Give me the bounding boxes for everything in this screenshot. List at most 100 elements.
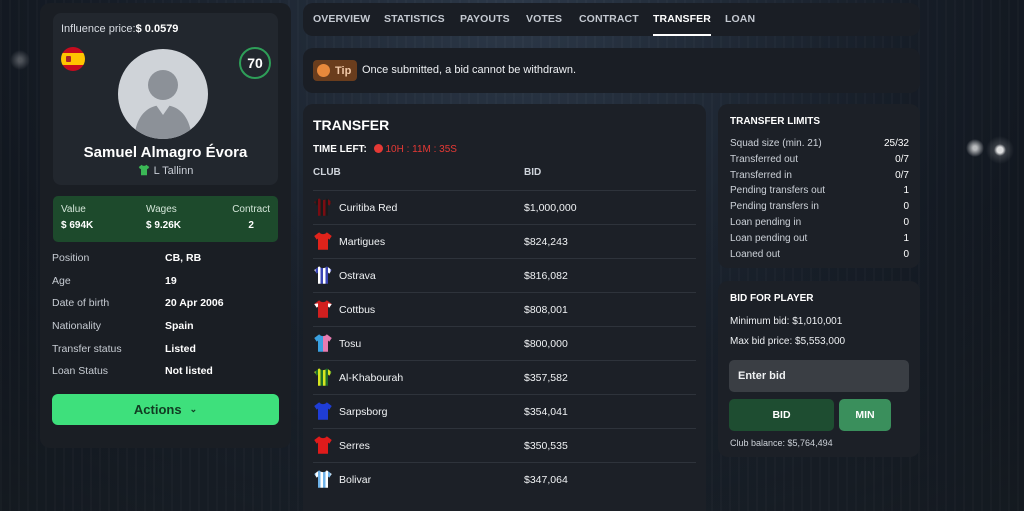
tip-badge-label: Tip bbox=[335, 64, 352, 77]
limit-value: 25/32 bbox=[883, 138, 909, 149]
contract-amount: 2 bbox=[248, 220, 254, 231]
spain-flag-icon bbox=[61, 47, 85, 71]
tab-votes[interactable]: VOTES bbox=[526, 13, 562, 25]
column-header-bid: BID bbox=[524, 167, 542, 178]
table-row[interactable]: Martigues $824,243 bbox=[313, 224, 696, 258]
club-shirt-icon bbox=[314, 436, 332, 454]
tip-badge: Tip bbox=[313, 60, 358, 81]
club-name: Al-Khabourah bbox=[339, 372, 404, 384]
info-value: 20 Apr 2006 bbox=[165, 297, 224, 309]
influence-label: Influence price: bbox=[61, 23, 136, 35]
min-button[interactable]: MIN bbox=[839, 399, 891, 431]
influence-price: Influence price:$ 0.0579 bbox=[61, 23, 178, 35]
info-label: Nationality bbox=[52, 320, 102, 332]
club-shirt-icon bbox=[314, 368, 332, 386]
tab-statistics[interactable]: STATISTICS bbox=[384, 13, 445, 25]
table-row[interactable]: Ostrava $816,082 bbox=[313, 258, 696, 292]
player-card: Influence price:$ 0.0579 70 Samuel Almag… bbox=[53, 13, 278, 185]
info-value: Listed bbox=[165, 343, 196, 355]
table-row[interactable]: Cottbus $808,001 bbox=[313, 292, 696, 326]
clock-icon bbox=[373, 144, 383, 153]
limit-row: Loaned out 0 bbox=[730, 249, 909, 260]
club-shirt-icon bbox=[314, 334, 332, 352]
info-label: Date of birth bbox=[52, 297, 110, 309]
player-name: Samuel Almagro Évora bbox=[83, 144, 248, 161]
club-shirt-icon bbox=[314, 232, 332, 250]
limit-label: Transferred out bbox=[730, 153, 798, 165]
tip-banner: Tip Once submitted, a bid cannot be with… bbox=[303, 48, 920, 93]
lightbulb-icon bbox=[317, 64, 330, 77]
actions-label: Actions bbox=[133, 402, 182, 417]
info-value: CB, RB bbox=[165, 252, 202, 264]
time-left: TIME LEFT: 10H : 11M : 35S bbox=[313, 144, 457, 155]
club-name: Martigues bbox=[339, 236, 386, 248]
bid-amount: $824,243 bbox=[524, 236, 568, 248]
limit-label: Pending transfers in bbox=[730, 201, 819, 213]
limit-value: 1 bbox=[903, 185, 909, 197]
table-row[interactable]: Curitiba Red $1,000,000 bbox=[313, 190, 696, 224]
bid-button[interactable]: BID bbox=[729, 399, 834, 431]
transfer-panel: TRANSFER TIME LEFT: 10H : 11M : 35S CLUB… bbox=[303, 104, 706, 511]
info-label: Position bbox=[52, 252, 90, 264]
player-panel: Influence price:$ 0.0579 70 Samuel Almag… bbox=[40, 3, 291, 448]
limit-label: Loan pending out bbox=[730, 232, 808, 244]
wages-amount: $ 9.26K bbox=[146, 220, 182, 231]
limit-row: Loan pending in 0 bbox=[730, 217, 909, 228]
bid-amount: $347,064 bbox=[524, 474, 568, 486]
limit-value: 0 bbox=[903, 201, 909, 213]
limit-value: 0/7 bbox=[895, 169, 909, 181]
club-shirt-icon bbox=[138, 164, 149, 176]
club-name: Sarpsborg bbox=[339, 406, 388, 418]
info-label: Loan Status bbox=[52, 365, 109, 377]
limit-row: Pending transfers in 0 bbox=[730, 201, 909, 212]
tab-loan[interactable]: LOAN bbox=[725, 13, 755, 25]
bid-amount: $1,000,000 bbox=[524, 202, 577, 214]
bid-amount: $354,041 bbox=[524, 406, 568, 418]
club-balance: Club balance: $5,764,494 bbox=[730, 438, 833, 448]
tab-contract[interactable]: CONTRACT bbox=[579, 13, 639, 25]
time-left-value: 10H : 11M : 35S bbox=[385, 144, 457, 155]
bid-amount: $808,001 bbox=[524, 304, 568, 316]
player-club[interactable]: L Tallinn bbox=[53, 164, 278, 177]
info-label: Transfer status bbox=[52, 343, 122, 355]
actions-button[interactable]: Actions ⌄ bbox=[52, 394, 279, 425]
limit-row: Loan pending out 1 bbox=[730, 233, 909, 244]
table-row[interactable]: Bolivar $347,064 bbox=[313, 462, 696, 496]
tab-overview[interactable]: OVERVIEW bbox=[313, 13, 370, 25]
club-name: Curitiba Red bbox=[339, 202, 398, 214]
club-name: Ostrava bbox=[339, 270, 376, 282]
time-left-label: TIME LEFT: bbox=[313, 144, 367, 155]
limit-row: Transferred in 0/7 bbox=[730, 170, 909, 181]
tab-payouts[interactable]: PAYOUTS bbox=[460, 13, 510, 25]
transfer-title: TRANSFER bbox=[313, 117, 390, 133]
wages-label: Wages bbox=[146, 204, 177, 215]
table-row[interactable]: Sarpsborg $354,041 bbox=[313, 394, 696, 428]
limit-label: Loaned out bbox=[730, 248, 781, 260]
info-value: 19 bbox=[165, 275, 177, 287]
tab-transfer[interactable]: TRANSFER bbox=[653, 13, 711, 36]
club-name: Serres bbox=[339, 440, 370, 452]
transfer-limits-title: TRANSFER LIMITS bbox=[730, 116, 820, 127]
bid-input[interactable] bbox=[729, 360, 909, 392]
limit-row: Squad size (min. 21) 25/32 bbox=[730, 138, 909, 149]
club-name: Cottbus bbox=[339, 304, 376, 316]
limit-label: Loan pending in bbox=[730, 217, 802, 228]
club-shirt-icon bbox=[314, 402, 332, 420]
influence-value: $ 0.0579 bbox=[135, 23, 179, 35]
table-row[interactable]: Tosu $800,000 bbox=[313, 326, 696, 360]
club-shirt-icon bbox=[314, 198, 332, 216]
club-shirt-icon bbox=[314, 300, 332, 318]
club-name: Bolivar bbox=[339, 474, 372, 486]
bid-amount: $800,000 bbox=[524, 338, 568, 350]
chevron-down-icon: ⌄ bbox=[189, 404, 198, 414]
club-name: L Tallinn bbox=[153, 165, 194, 177]
value-label: Value bbox=[61, 204, 86, 215]
rating-badge: 70 bbox=[239, 47, 271, 79]
limit-label: Pending transfers out bbox=[730, 185, 826, 197]
limit-row: Pending transfers out 1 bbox=[730, 185, 909, 196]
table-row[interactable]: Al-Khabourah $357,582 bbox=[313, 360, 696, 394]
table-row[interactable]: Serres $350,535 bbox=[313, 428, 696, 462]
bid-amount: $350,535 bbox=[524, 440, 568, 452]
limit-value: 1 bbox=[903, 232, 909, 244]
tab-bar: OVERVIEW STATISTICS PAYOUTS VOTES CONTRA… bbox=[303, 3, 920, 36]
